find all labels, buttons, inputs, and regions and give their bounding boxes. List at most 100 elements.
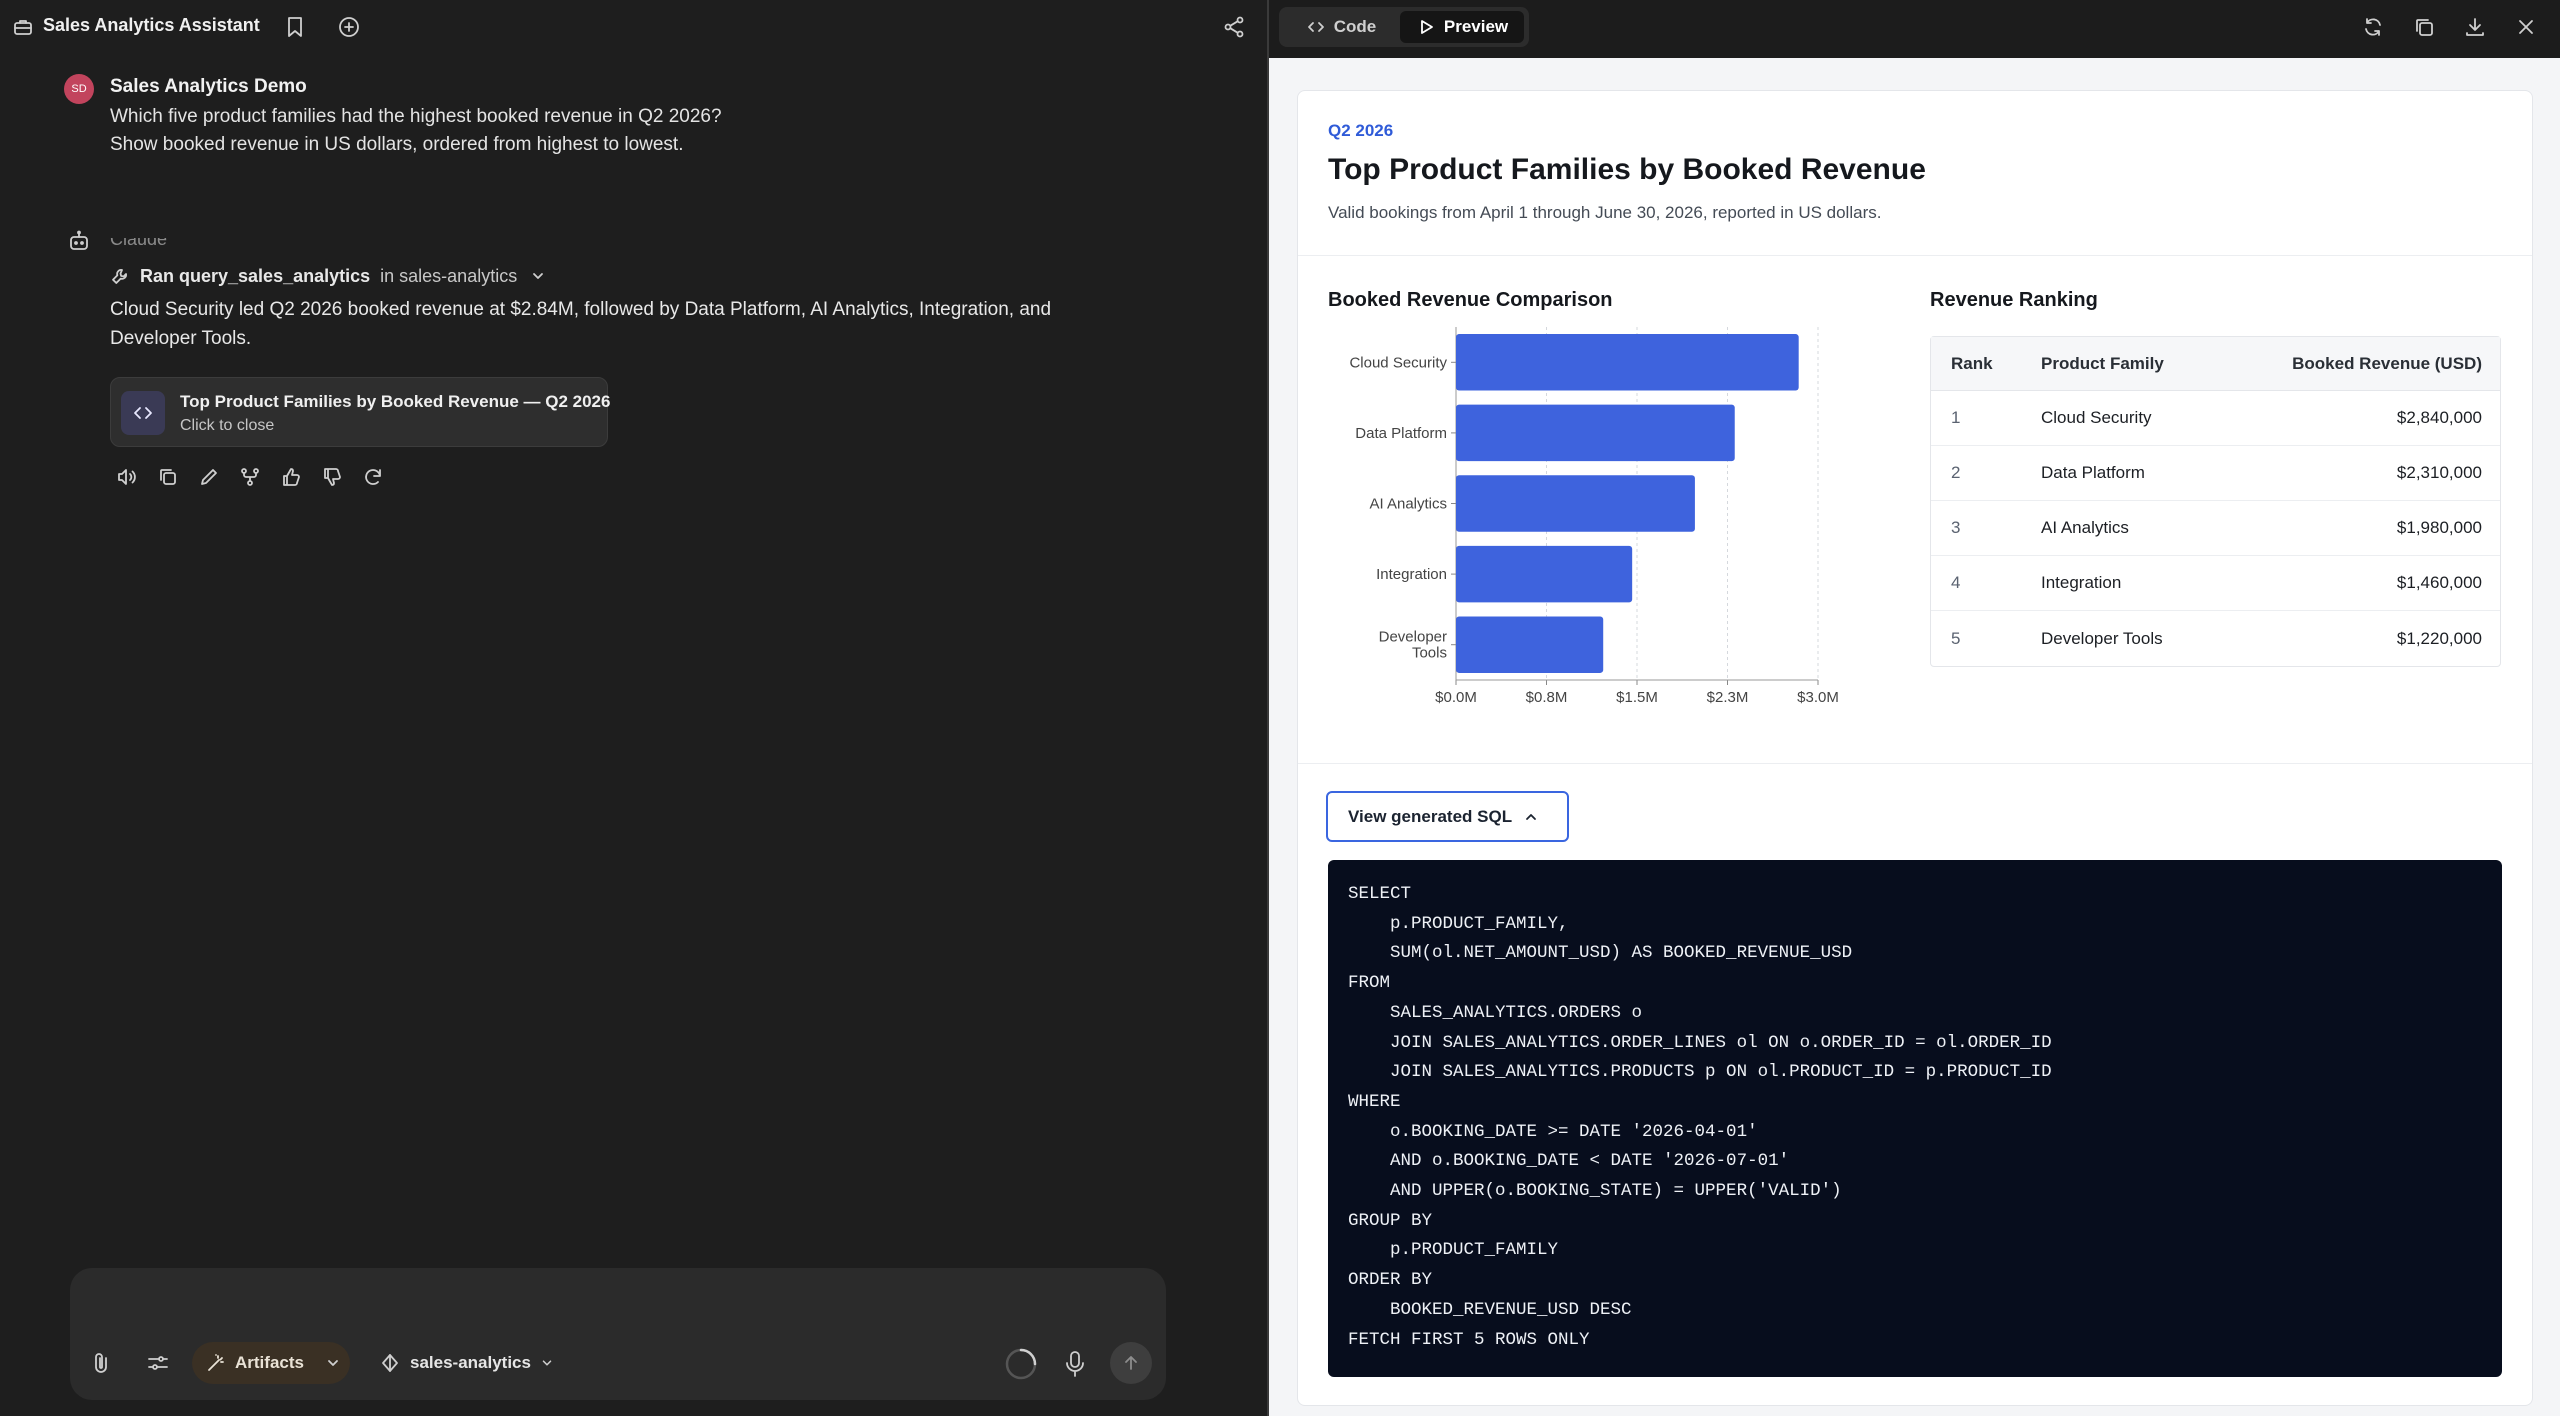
table-row: 3 AI Analytics $1,980,000 bbox=[1931, 501, 2500, 556]
view-sql-button[interactable]: View generated SQL bbox=[1326, 791, 1569, 842]
edit-icon[interactable] bbox=[197, 465, 221, 489]
close-icon[interactable] bbox=[2513, 14, 2539, 40]
message-actions bbox=[115, 465, 402, 489]
x-tick-label: $3.0M bbox=[1797, 689, 1839, 706]
retry-icon[interactable] bbox=[361, 465, 385, 489]
revenue-cell: $1,980,000 bbox=[2211, 501, 2500, 556]
rank-cell: 3 bbox=[1931, 501, 2041, 556]
artifact-subtitle: Click to close bbox=[180, 417, 275, 434]
bar bbox=[1456, 475, 1695, 532]
download-icon[interactable] bbox=[2462, 14, 2488, 40]
loading-spinner-icon bbox=[1004, 1347, 1038, 1381]
x-tick-label: $0.0M bbox=[1435, 689, 1477, 706]
microphone-icon[interactable] bbox=[1061, 1349, 1089, 1379]
table-row: 5 Developer Tools $1,220,000 bbox=[1931, 611, 2500, 666]
tab-preview[interactable]: Preview bbox=[1400, 11, 1524, 43]
report-card: Q2 2026 Top Product Families by Booked R… bbox=[1297, 90, 2533, 1406]
revenue-cell: $1,460,000 bbox=[2211, 556, 2500, 611]
bar bbox=[1456, 404, 1735, 462]
plus-circle-icon[interactable] bbox=[336, 14, 362, 40]
robot-icon bbox=[66, 228, 92, 254]
tool-name: Ran query_sales_analytics bbox=[140, 265, 371, 286]
tab-code[interactable]: Code bbox=[1285, 11, 1397, 43]
assistant-reply-text: Cloud Security led Q2 2026 booked revenu… bbox=[110, 299, 1052, 320]
copy-icon[interactable] bbox=[2411, 14, 2437, 40]
app-title: Sales Analytics Assistant bbox=[43, 15, 260, 35]
refresh-icon[interactable] bbox=[2360, 14, 2386, 40]
artifact-card[interactable]: Top Product Families by Booked Revenue —… bbox=[110, 377, 610, 447]
table-header-row: Rank Product Family Booked Revenue (USD) bbox=[1931, 337, 2500, 391]
bar bbox=[1456, 616, 1604, 673]
bar bbox=[1456, 545, 1633, 603]
ranking-heading: Revenue Ranking bbox=[1930, 289, 2098, 311]
artifacts-toggle-button[interactable]: Artifacts bbox=[192, 1342, 350, 1384]
divider bbox=[1298, 255, 2532, 256]
chat-pane: Sales Analytics Assistant SD Sales Analy… bbox=[0, 0, 1267, 1416]
category-label: AI Analytics bbox=[1369, 496, 1447, 513]
tab-preview-label: Preview bbox=[1443, 17, 1509, 36]
data-source-selector[interactable]: sales-analytics bbox=[366, 1342, 566, 1384]
message-composer[interactable]: Artifacts sales-analytics bbox=[70, 1268, 1166, 1400]
copy-icon[interactable] bbox=[156, 465, 180, 489]
table-row: 2 Data Platform $2,310,000 bbox=[1931, 446, 2500, 501]
family-cell: Integration bbox=[2041, 556, 2212, 611]
x-tick-label: $0.8M bbox=[1526, 689, 1568, 706]
arrow-up-icon bbox=[1122, 1354, 1140, 1372]
chevron-down-icon[interactable] bbox=[539, 1355, 555, 1371]
user-name: Sales Analytics Demo bbox=[110, 76, 307, 97]
tool-scope: in sales-analytics bbox=[380, 265, 518, 286]
revenue-cell: $2,310,000 bbox=[2211, 446, 2500, 501]
category-label: Developer Tools bbox=[1379, 629, 1447, 662]
column-header: Booked Revenue (USD) bbox=[2211, 337, 2500, 391]
category-label: Integration bbox=[1376, 566, 1447, 583]
thumbs-up-icon[interactable] bbox=[279, 465, 303, 489]
data-source-label: sales-analytics bbox=[410, 1353, 531, 1372]
tool-call-summary[interactable]: Ran query_sales_analytics in sales-analy… bbox=[110, 263, 547, 289]
table-row: 4 Integration $1,460,000 bbox=[1931, 556, 2500, 611]
chevron-down-icon[interactable] bbox=[324, 1354, 342, 1372]
paperclip-icon[interactable] bbox=[88, 1350, 114, 1376]
magic-wand-icon bbox=[206, 1353, 226, 1373]
code-icon bbox=[121, 391, 165, 435]
preview-toolbar: Code Preview bbox=[1269, 0, 2560, 58]
column-header: Product Family bbox=[2041, 337, 2212, 391]
artifacts-label: Artifacts bbox=[235, 1353, 304, 1372]
assistant-reply-text: Developer Tools. bbox=[110, 328, 252, 349]
code-icon bbox=[1306, 17, 1326, 37]
bookmark-icon[interactable] bbox=[284, 15, 306, 39]
speaker-icon[interactable] bbox=[115, 465, 139, 489]
category-label: Cloud Security bbox=[1349, 354, 1447, 371]
assistant-name-clipped: Claude bbox=[110, 238, 190, 247]
ranking-table: Rank Product Family Booked Revenue (USD)… bbox=[1930, 336, 2501, 667]
report-period: Q2 2026 bbox=[1328, 121, 1394, 140]
chevron-down-icon[interactable] bbox=[529, 267, 547, 285]
sql-code-block: SELECT p.PRODUCT_FAMILY, SUM(ol.NET_AMOU… bbox=[1328, 860, 2502, 1377]
chevron-up-icon bbox=[1522, 808, 1540, 826]
user-message-text: Which five product families had the high… bbox=[110, 106, 722, 127]
play-icon bbox=[1416, 17, 1436, 37]
thumbs-down-icon[interactable] bbox=[320, 465, 344, 489]
sql-code: SELECT p.PRODUCT_FAMILY, SUM(ol.NET_AMOU… bbox=[1348, 884, 2052, 1350]
divider bbox=[1298, 763, 2532, 764]
share-icon[interactable] bbox=[1221, 14, 1247, 40]
revenue-cell: $1,220,000 bbox=[2396, 628, 2482, 648]
rank-cell: 2 bbox=[1931, 446, 2041, 501]
tab-code-label: Code bbox=[1333, 17, 1377, 36]
briefcase-icon bbox=[12, 16, 34, 38]
column-header: Rank bbox=[1931, 337, 2041, 391]
page-title: Top Product Families by Booked Revenue bbox=[1328, 153, 1926, 186]
branch-icon[interactable] bbox=[238, 465, 262, 489]
chart-heading: Booked Revenue Comparison bbox=[1328, 289, 1613, 311]
x-tick-label: $2.3M bbox=[1707, 689, 1749, 706]
category-label: Data Platform bbox=[1355, 425, 1447, 442]
family-cell: Data Platform bbox=[2041, 446, 2212, 501]
revenue-cell: $2,840,000 bbox=[2211, 391, 2500, 446]
x-tick-label: $1.5M bbox=[1616, 689, 1658, 706]
send-button[interactable] bbox=[1110, 1342, 1152, 1384]
table-row: 1 Cloud Security $2,840,000 bbox=[1931, 391, 2500, 446]
family-cell: Cloud Security bbox=[2041, 391, 2212, 446]
family-cell: AI Analytics bbox=[2041, 501, 2212, 556]
report-subtitle: Valid bookings from April 1 through June… bbox=[1328, 203, 1882, 222]
database-diamond-icon bbox=[380, 1353, 400, 1373]
settings-sliders-icon[interactable] bbox=[145, 1350, 171, 1376]
